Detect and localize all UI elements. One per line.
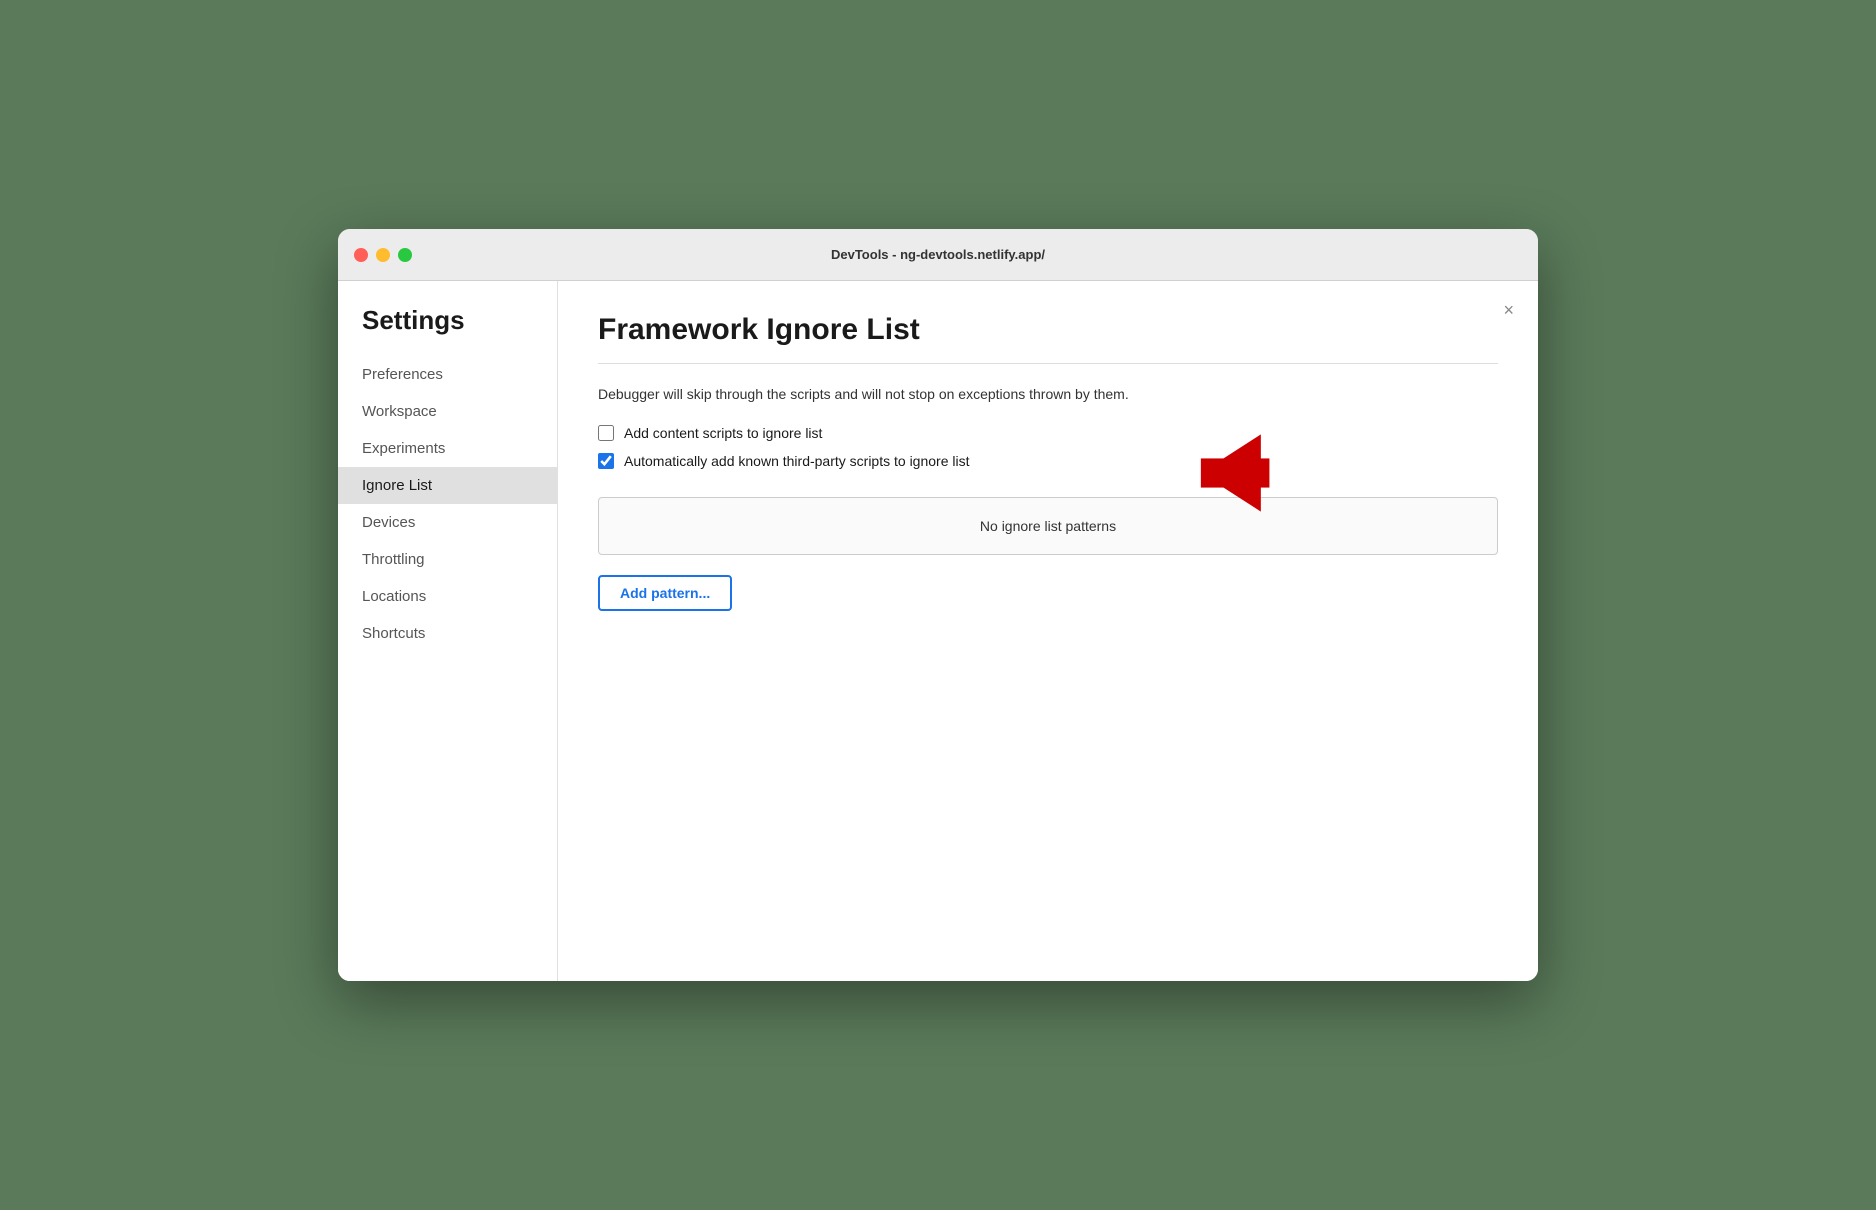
section-divider <box>598 363 1498 364</box>
sidebar-item-throttling[interactable]: Throttling <box>338 541 557 578</box>
sidebar-item-locations[interactable]: Locations <box>338 578 557 615</box>
close-button[interactable]: × <box>1503 301 1514 319</box>
checkbox-row-content-scripts: Add content scripts to ignore list <box>598 425 1498 441</box>
auto-add-third-party-checkbox[interactable] <box>598 453 614 469</box>
sidebar-item-ignore-list[interactable]: Ignore List <box>338 467 557 504</box>
patterns-empty-box: No ignore list patterns <box>598 497 1498 555</box>
checkbox-row-wrapper: Automatically add known third-party scri… <box>598 453 969 481</box>
sidebar: Settings Preferences Workspace Experimen… <box>338 281 558 981</box>
patterns-empty-text: No ignore list patterns <box>980 518 1116 534</box>
sidebar-item-devices[interactable]: Devices <box>338 504 557 541</box>
page-title: Framework Ignore List <box>598 313 1498 347</box>
sidebar-heading: Settings <box>338 305 557 356</box>
sidebar-item-workspace[interactable]: Workspace <box>338 393 557 430</box>
add-content-scripts-checkbox[interactable] <box>598 425 614 441</box>
add-content-scripts-label: Add content scripts to ignore list <box>624 425 822 441</box>
section-description: Debugger will skip through the scripts a… <box>598 384 1498 405</box>
window-title: DevTools - ng-devtools.netlify.app/ <box>831 247 1045 262</box>
settings-window: DevTools - ng-devtools.netlify.app/ Sett… <box>338 229 1538 981</box>
sidebar-item-experiments[interactable]: Experiments <box>338 430 557 467</box>
traffic-lights <box>354 248 412 262</box>
maximize-traffic-light[interactable] <box>398 248 412 262</box>
window-body: Settings Preferences Workspace Experimen… <box>338 281 1538 981</box>
sidebar-item-shortcuts[interactable]: Shortcuts <box>338 615 557 652</box>
main-content: × Framework Ignore List Debugger will sk… <box>558 281 1538 981</box>
titlebar: DevTools - ng-devtools.netlify.app/ <box>338 229 1538 281</box>
close-traffic-light[interactable] <box>354 248 368 262</box>
checkbox-row-third-party: Automatically add known third-party scri… <box>598 453 969 469</box>
auto-add-third-party-label: Automatically add known third-party scri… <box>624 453 969 469</box>
add-pattern-button[interactable]: Add pattern... <box>598 575 732 611</box>
sidebar-item-preferences[interactable]: Preferences <box>338 356 557 393</box>
minimize-traffic-light[interactable] <box>376 248 390 262</box>
